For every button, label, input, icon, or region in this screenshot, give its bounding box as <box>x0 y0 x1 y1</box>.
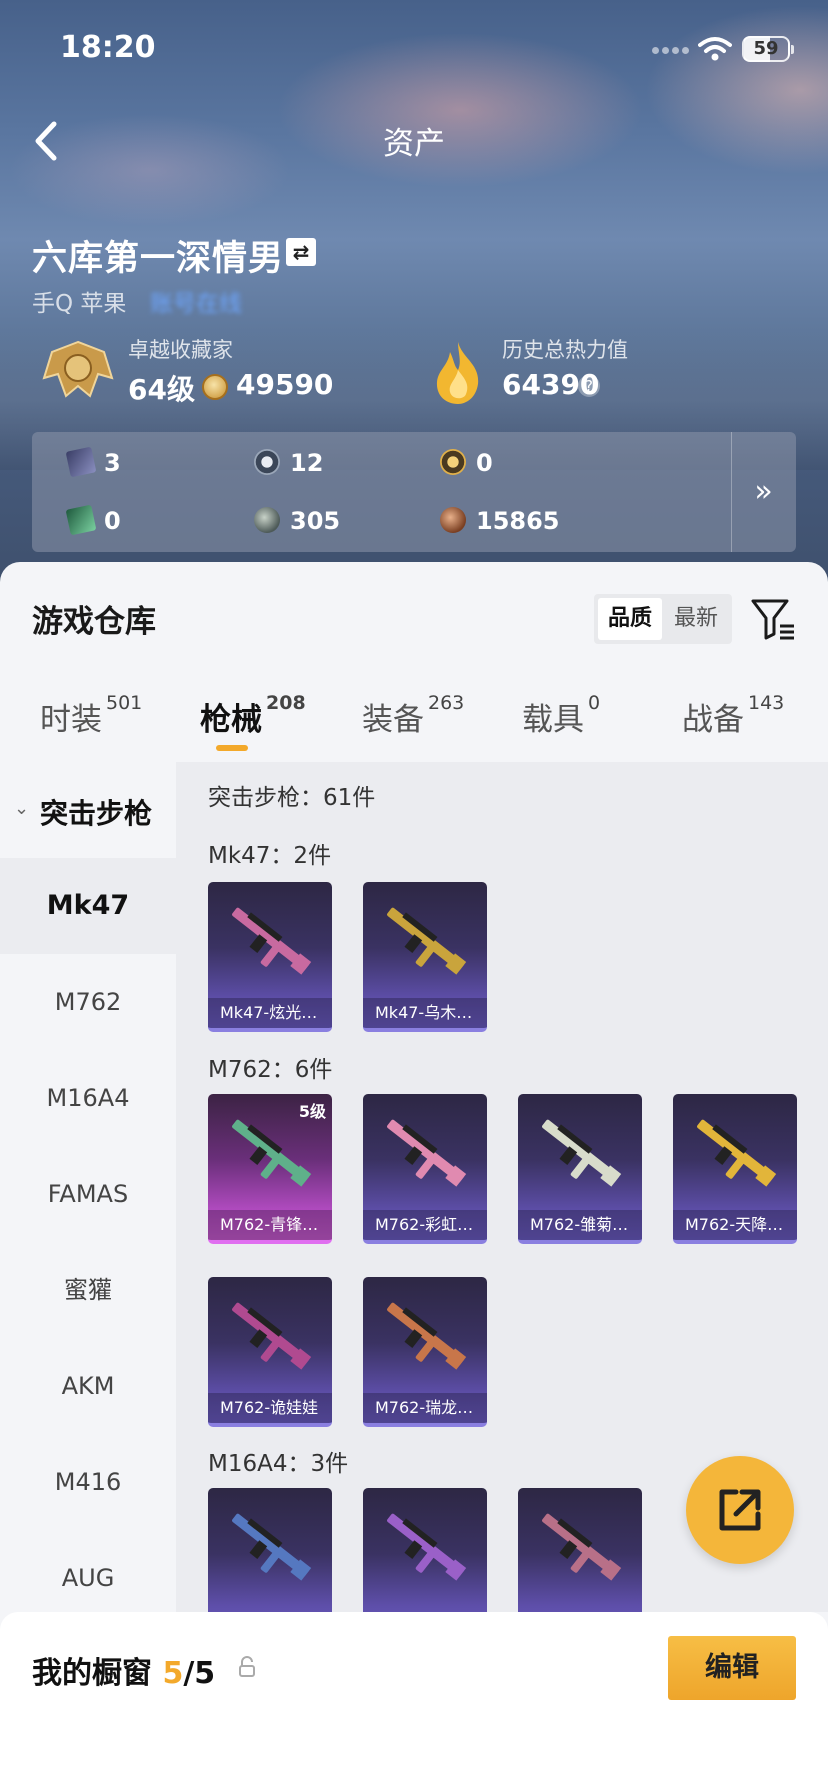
weapon-name: M762-雏菊… <box>518 1210 642 1240</box>
battery-icon: 59 <box>742 36 790 62</box>
platform-status: 账号在线 <box>150 291 242 317</box>
rifle-icon <box>542 1513 622 1581</box>
weapon-name: M762-瑞龙… <box>363 1393 487 1423</box>
bronze-token-icon <box>440 507 466 533</box>
platform-label: 手Q 苹果 <box>32 291 127 317</box>
sidebar-item[interactable]: Mk47 <box>0 858 176 954</box>
sidebar-item[interactable]: M416 <box>0 1434 176 1530</box>
collector-coins: 49590 <box>236 368 334 401</box>
silver-token-icon <box>254 449 280 475</box>
expand-resources-button[interactable]: » <box>731 432 796 552</box>
showcase-current: 5 <box>162 1656 184 1691</box>
gold-token-icon <box>440 449 466 475</box>
tab-vehicles[interactable]: 载具 0 <box>522 692 600 739</box>
help-icon[interactable]: ? <box>578 375 600 397</box>
chevron-down-icon[interactable]: ⌄ <box>14 798 29 819</box>
resource-panel <box>32 432 796 552</box>
level-badge: 5级 <box>298 1102 326 1121</box>
weapon-name: M762-诡娃娃 <box>208 1393 332 1423</box>
rifle-icon <box>387 1119 467 1187</box>
wifi-icon <box>698 37 732 61</box>
heat-label: 历史总热力值 <box>502 338 628 362</box>
page-title: 资产 <box>383 126 445 162</box>
collector-level: 64级 <box>128 373 195 406</box>
sort-newest-button[interactable]: 最新 <box>664 598 728 640</box>
active-tab-indicator <box>216 745 248 751</box>
lock-icon <box>239 1656 255 1677</box>
rifle-icon <box>387 1302 467 1370</box>
card-green-icon <box>65 504 97 536</box>
showcase-label: 我的橱窗 5/5 <box>32 1656 216 1691</box>
gray-token-icon <box>254 507 280 533</box>
weapon-card[interactable]: M762-诡娃娃 <box>208 1277 332 1427</box>
rifle-icon <box>387 1513 467 1581</box>
tab-fashion[interactable]: 时装 501 <box>40 692 142 739</box>
rifle-icon <box>697 1119 777 1187</box>
collector-coin-icon <box>202 374 228 400</box>
status-time: 18:20 <box>60 30 156 65</box>
weapon-card[interactable]: M762-瑞龙… <box>363 1277 487 1427</box>
weapon-card[interactable]: M762-天降… <box>673 1094 797 1244</box>
weapon-name: M762-彩虹… <box>363 1210 487 1240</box>
sidebar-item[interactable]: FAMAS <box>0 1146 176 1242</box>
rifle-icon <box>542 1119 622 1187</box>
rifle-icon <box>232 1513 312 1581</box>
sidebar-item[interactable]: AKM <box>0 1338 176 1434</box>
collector-medal-icon <box>42 340 114 398</box>
resource-value: 305 <box>290 507 341 535</box>
sidebar-item[interactable]: 蜜獾 <box>0 1242 176 1338</box>
player-name: 六库第一深情男 <box>32 239 285 279</box>
edit-showcase-button[interactable]: 编辑 <box>668 1636 796 1700</box>
resource-value: 0 <box>104 507 121 535</box>
group-heading: Mk47：2件 <box>208 843 332 869</box>
resource-value: 15865 <box>476 507 560 535</box>
card-dark-icon <box>65 446 97 478</box>
weapon-name: Mk47-乌木… <box>363 998 487 1028</box>
resource-value: 12 <box>290 449 324 477</box>
battery-tip <box>791 45 794 54</box>
filter-icon[interactable] <box>750 596 796 642</box>
sidebar-item[interactable]: M762 <box>0 954 176 1050</box>
rifle-icon <box>387 907 467 975</box>
switch-account-icon[interactable]: ⇄ <box>286 238 316 266</box>
collector-title: 卓越收藏家 <box>128 338 233 362</box>
tab-equipment[interactable]: 装备 263 <box>362 692 464 739</box>
category-summary: 突击步枪：61件 <box>208 785 376 811</box>
group-heading: M16A4：3件 <box>208 1451 349 1477</box>
weapon-card[interactable]: 5级 M762-青锋… <box>208 1094 332 1244</box>
weapon-name: Mk47-炫光… <box>208 998 332 1028</box>
share-button[interactable] <box>686 1456 794 1564</box>
tab-supplies[interactable]: 战备 143 <box>682 692 784 739</box>
heat-flame-icon <box>436 342 479 404</box>
rifle-icon <box>232 907 312 975</box>
rifle-icon <box>232 1302 312 1370</box>
weapon-card[interactable]: Mk47-炫光… <box>208 882 332 1032</box>
share-icon <box>719 1489 761 1531</box>
weapon-card[interactable]: M762-雏菊… <box>518 1094 642 1244</box>
tab-firearms[interactable]: 枪械 208 <box>200 692 306 739</box>
signal-icon <box>652 47 690 55</box>
showcase-total: /5 <box>183 1656 216 1691</box>
sidebar-item[interactable]: M16A4 <box>0 1050 176 1146</box>
weapon-card[interactable]: Mk47-乌木… <box>363 882 487 1032</box>
weapon-name: M762-天降… <box>673 1210 797 1240</box>
warehouse-title: 游戏仓库 <box>32 604 156 640</box>
weapon-name: M762-青锋… <box>208 1210 332 1240</box>
resource-value: 3 <box>104 449 121 477</box>
sort-quality-button[interactable]: 品质 <box>598 598 662 640</box>
category-assault-rifles[interactable]: 突击步枪 <box>40 792 152 832</box>
weapon-card[interactable]: M762-彩虹… <box>363 1094 487 1244</box>
resource-value: 0 <box>476 449 493 477</box>
group-heading: M762：6件 <box>208 1057 333 1083</box>
